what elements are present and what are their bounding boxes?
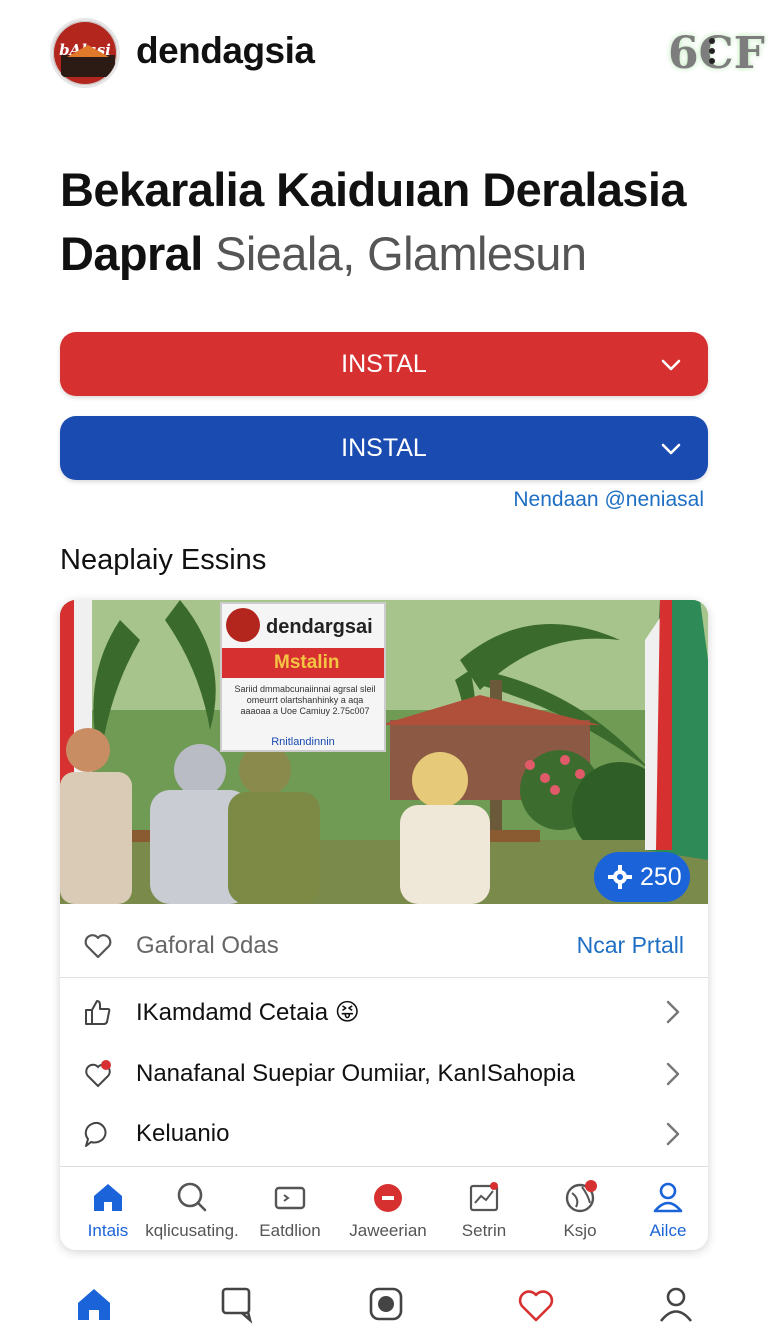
bottom-navigation xyxy=(0,1276,768,1344)
install-button-primary[interactable]: INSTAL xyxy=(60,332,708,396)
tab-label: Eatdlion xyxy=(259,1221,321,1240)
tab-profile[interactable]: Ailce xyxy=(620,1175,708,1247)
list-item[interactable]: IKamdamd Cetaia 😝 xyxy=(60,980,708,1040)
emoji-icon: 😝 xyxy=(334,999,360,1026)
list-item[interactable]: Nanafanal Suepiar Oumiiar, KanISahopia xyxy=(60,1042,708,1102)
chevron-down-icon xyxy=(661,359,681,371)
sign-band: Mstalin xyxy=(222,648,384,678)
account-link[interactable]: Nendaan @neniasal xyxy=(513,488,704,512)
event-sign: dendargsai Mstalin Sariid dmmabcunaiinna… xyxy=(220,602,386,752)
chevron-down-icon xyxy=(661,443,681,455)
sign-logo xyxy=(226,608,260,642)
gear-icon xyxy=(608,865,632,889)
community-photo[interactable]: dendargsai Mstalin Sariid dmmabcunaiinna… xyxy=(60,600,708,904)
title-subtitle: Sieala, Glamlesun xyxy=(215,227,587,280)
tab-label: Ksjo xyxy=(563,1221,597,1240)
view-portal-link[interactable]: Ncar Prtall xyxy=(577,932,684,959)
globe-icon xyxy=(565,1180,597,1213)
chart-icon xyxy=(469,1182,499,1212)
chat-icon[interactable] xyxy=(218,1284,258,1324)
favorite-label: Gaforal Odas xyxy=(136,932,279,959)
heart-icon xyxy=(84,934,112,959)
search-icon xyxy=(177,1182,207,1212)
feature-card: dendargsai Mstalin Sariid dmmabcunaiinna… xyxy=(60,600,708,1250)
home-icon xyxy=(94,1184,122,1211)
tab-globe[interactable]: Ksjo xyxy=(532,1175,628,1247)
participant-count-badge[interactable]: 250 xyxy=(594,852,690,902)
install-button-label: INSTAL xyxy=(341,434,427,462)
section-title: Neaplaiy Essins xyxy=(60,544,267,576)
record-icon[interactable] xyxy=(366,1284,406,1324)
tab-records[interactable]: Jaweerian xyxy=(340,1175,436,1247)
tab-label: Ailce xyxy=(649,1221,687,1240)
tab-settings[interactable]: Setrin xyxy=(436,1175,532,1247)
favorite-row[interactable]: Gaforal Odas Ncar Prtall xyxy=(60,910,708,978)
chat-bubble-icon xyxy=(84,1121,107,1147)
chevron-right-icon xyxy=(666,1122,680,1146)
chevron-right-icon xyxy=(666,1000,680,1024)
app-logo[interactable]: bAlasi xyxy=(50,18,120,88)
badge-heart-icon xyxy=(85,1060,111,1088)
tab-label: Setrin xyxy=(461,1221,507,1240)
tab-label: Intais xyxy=(87,1221,129,1240)
tab-home[interactable]: Intais xyxy=(60,1175,156,1247)
wallet-icon xyxy=(274,1186,306,1210)
thumbs-up-icon xyxy=(85,1000,111,1025)
page-title: Bekaralia Kaiduıan Deralasia Dapral Siea… xyxy=(60,158,740,286)
heart-icon[interactable] xyxy=(516,1284,556,1324)
home-icon[interactable] xyxy=(74,1284,114,1324)
participant-count: 250 xyxy=(640,863,682,891)
record-icon xyxy=(374,1184,402,1212)
user-icon xyxy=(653,1182,683,1213)
tab-search[interactable]: kqlicusating. xyxy=(144,1175,240,1247)
card-tab-bar: Intais kqlicusating. Eatdlion Jaweerian … xyxy=(60,1166,708,1250)
app-header: bAlasi dendagsia 6CF xyxy=(0,0,768,110)
tab-label: kqlicusating. xyxy=(145,1221,239,1240)
list-item-label: Keluanio xyxy=(136,1120,230,1147)
list-item-text: IKamdamd Cetaia xyxy=(136,999,329,1026)
chevron-right-icon xyxy=(666,1062,680,1086)
sign-text: Sariid dmmabcunaiinnai agrsal sleil omeu… xyxy=(234,684,376,716)
tab-label: Jaweerian xyxy=(349,1221,427,1240)
logo-roof-graphic xyxy=(61,45,115,77)
tab-wallet[interactable]: Eatdlion xyxy=(242,1175,338,1247)
user-icon[interactable] xyxy=(656,1284,696,1324)
install-button-label: INSTAL xyxy=(341,350,427,378)
brand-name: dendagsia xyxy=(136,30,315,71)
list-item-label: Nanafanal Suepiar Oumiiar, KanISahopia xyxy=(136,1060,575,1087)
install-button-secondary[interactable]: INSTAL xyxy=(60,416,708,480)
list-item[interactable]: Keluanio xyxy=(60,1102,708,1162)
list-item-label: IKamdamd Cetaia 😝 xyxy=(136,998,360,1027)
more-menu-icon[interactable] xyxy=(707,38,717,68)
sign-title: dendargsai xyxy=(266,616,373,638)
sign-footer: Rnitlandinnin xyxy=(271,736,335,748)
